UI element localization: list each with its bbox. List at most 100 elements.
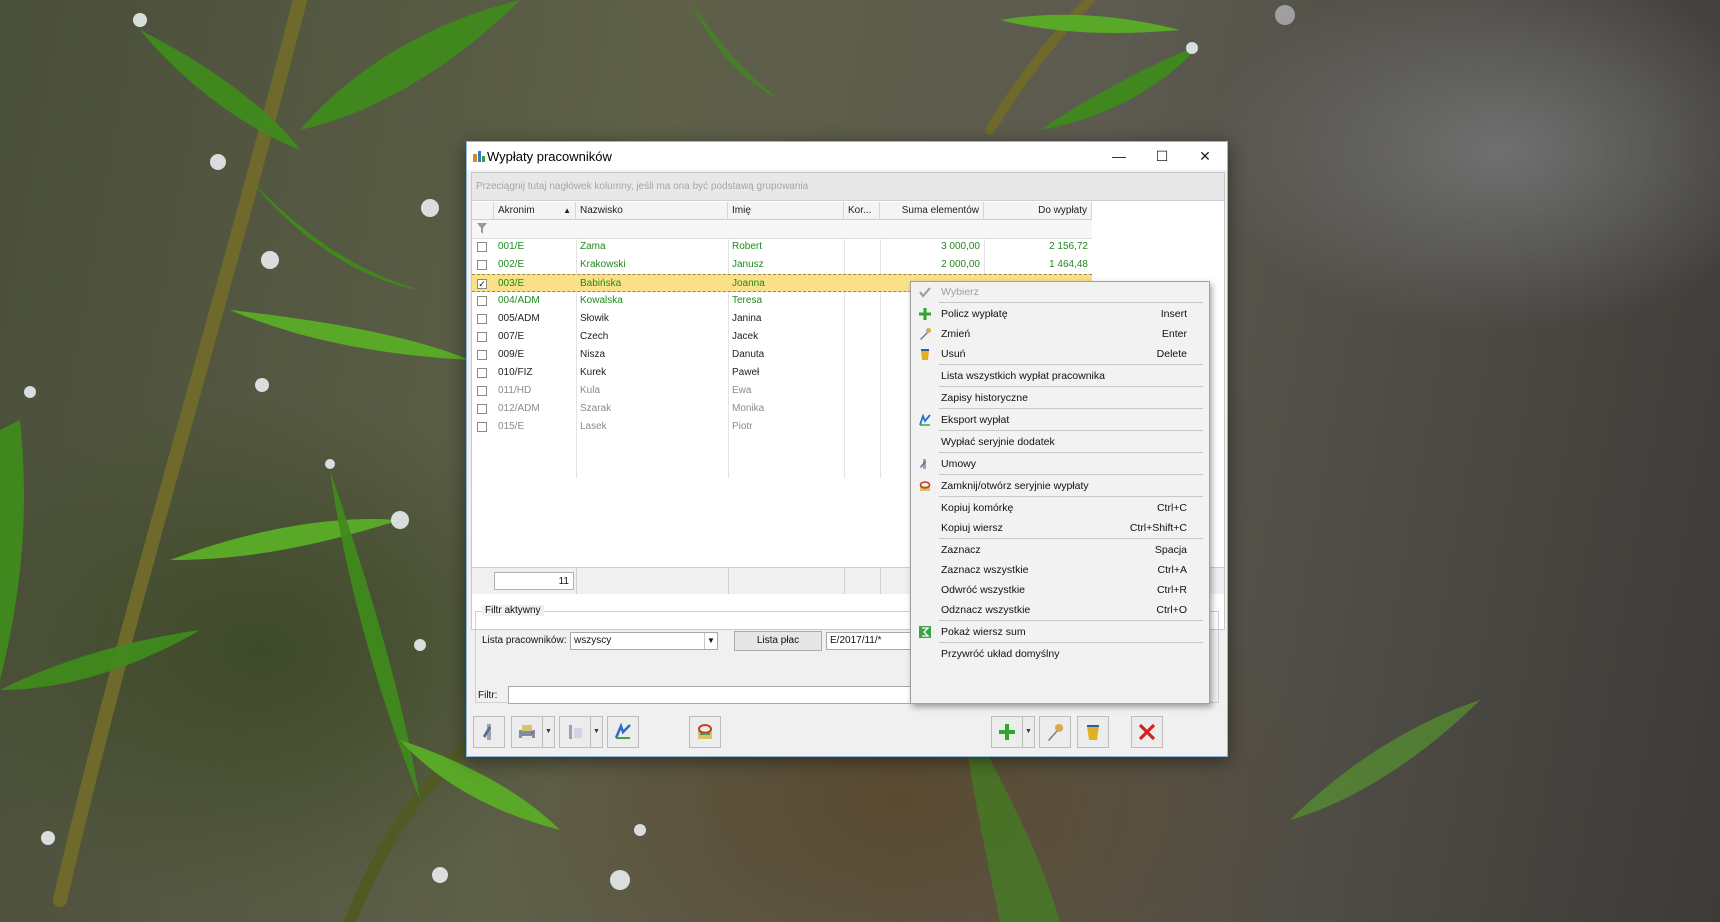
row-checkbox[interactable]	[477, 296, 487, 306]
cell-nazwisko: Kurek	[580, 367, 607, 378]
cell-akronim: 002/E	[498, 259, 525, 270]
close-button[interactable]: ✕	[1183, 142, 1227, 170]
context-menu-item[interactable]: Zaznacz Spacja	[911, 540, 1209, 560]
menu-item-shortcut: Delete	[1156, 348, 1187, 360]
context-menu-item[interactable]: Zaznacz wszystkie Ctrl+A	[911, 560, 1209, 580]
row-checkbox[interactable]	[477, 350, 487, 360]
context-menu-item[interactable]: Odznacz wszystkie Ctrl+O	[911, 600, 1209, 620]
context-menu-item[interactable]: Przywróć układ domyślny	[911, 644, 1209, 664]
menu-separator	[939, 386, 1203, 387]
cell-akronim: 003/E	[498, 278, 525, 289]
cell-nazwisko: Babińska	[580, 278, 622, 289]
menu-item-label: Wypłać seryjnie dodatek	[941, 436, 1055, 448]
context-menu-item[interactable]: Zamknij/otwórz seryjnie wypłaty	[911, 476, 1209, 496]
employees-dropdown[interactable]: wszyscy ▼	[570, 632, 718, 650]
cell-akronim: 011/HD	[498, 385, 532, 396]
column-header-nazwisko[interactable]: Nazwisko	[576, 202, 728, 220]
lock-payments-button[interactable]	[689, 716, 721, 748]
add-button[interactable]	[991, 716, 1023, 748]
context-menu-item[interactable]: Odwróć wszystkie Ctrl+R	[911, 580, 1209, 600]
sum-icon	[919, 626, 931, 638]
context-menu-item[interactable]: Lista wszystkich wypłat pracownika	[911, 366, 1209, 386]
employees-value: wszyscy	[574, 635, 612, 646]
maximize-button[interactable]: ☐	[1140, 142, 1184, 170]
export-icon	[614, 722, 631, 739]
row-checkbox[interactable]	[477, 422, 487, 432]
print-dropdown[interactable]: ▼	[543, 716, 555, 748]
cell-nazwisko: Nisza	[580, 349, 606, 360]
row-checkbox[interactable]	[477, 368, 487, 378]
close-window-button[interactable]	[1131, 716, 1163, 748]
cell-imie: Monika	[732, 403, 765, 414]
menu-item-shortcut: Ctrl+O	[1156, 604, 1187, 616]
delete-button[interactable]	[1077, 716, 1109, 748]
column-header-suma[interactable]: Suma elementów	[880, 202, 984, 220]
payslip-icon	[483, 724, 491, 740]
group-by-panel[interactable]: Przeciągnij tutaj nagłówek kolumny, jeśl…	[472, 173, 1224, 201]
context-menu-item[interactable]: Eksport wypłat	[911, 410, 1209, 430]
title-bar[interactable]: Wypłaty pracowników — ☐ ✕	[467, 142, 1227, 170]
table-row[interactable]: 002/E Krakowski Janusz 2 000,00 1 464,48	[472, 256, 1092, 274]
menu-item-label: Usuń	[941, 348, 966, 360]
column-header-do-wyplaty[interactable]: Do wypłaty	[984, 202, 1092, 220]
cell-imie: Danuta	[732, 349, 765, 360]
row-checkbox[interactable]	[477, 242, 487, 252]
cell-nazwisko: Szarak	[580, 403, 612, 414]
column-header-korekta[interactable]: Kor...	[844, 202, 880, 220]
row-checkbox[interactable]	[477, 314, 487, 324]
menu-separator	[939, 620, 1203, 621]
menu-item-label: Zaznacz	[941, 544, 981, 556]
documents-dropdown[interactable]: ▼	[591, 716, 603, 748]
context-menu-item[interactable]: Wypłać seryjnie dodatek	[911, 432, 1209, 452]
column-header-check[interactable]	[472, 202, 494, 220]
context-menu-item[interactable]: Wybierz	[911, 282, 1209, 302]
column-header-akronim[interactable]: Akronim ▲	[494, 202, 576, 220]
documents-icon	[569, 725, 582, 739]
row-checkbox[interactable]	[477, 260, 487, 270]
export-icon	[919, 414, 931, 426]
cell-nazwisko: Kowalska	[580, 295, 623, 306]
cell-nazwisko: Lasek	[580, 421, 607, 432]
context-menu-item[interactable]: Zmień Enter	[911, 324, 1209, 344]
edit-button[interactable]	[1039, 716, 1071, 748]
menu-item-shortcut: Insert	[1160, 308, 1187, 320]
context-menu-item[interactable]: Kopiuj wiersz Ctrl+Shift+C	[911, 518, 1209, 538]
context-menu-item[interactable]: Usuń Delete	[911, 344, 1209, 364]
context-menu-item[interactable]: Zapisy historyczne	[911, 388, 1209, 408]
column-header-imie[interactable]: Imię	[728, 202, 844, 220]
menu-separator	[939, 474, 1203, 475]
cell-akronim: 009/E	[498, 349, 525, 360]
row-count: 11	[494, 572, 574, 590]
menu-item-label: Policz wypłatę	[941, 308, 1008, 320]
cell-nazwisko: Kula	[580, 385, 601, 396]
export-button[interactable]	[607, 716, 639, 748]
context-menu-item[interactable]: Umowy	[911, 454, 1209, 474]
cell-suma: 2 000,00	[941, 259, 980, 270]
payslip-button[interactable]	[473, 716, 505, 748]
filter-label: Filtr:	[478, 690, 498, 701]
row-checkbox[interactable]	[477, 404, 487, 414]
table-row[interactable]: 001/E Zama Robert 3 000,00 2 156,72	[472, 238, 1092, 256]
payroll-list-button[interactable]: Lista płac	[734, 631, 822, 651]
menu-separator	[939, 302, 1203, 303]
add-dropdown[interactable]: ▼	[1023, 716, 1035, 748]
check-icon	[919, 287, 931, 298]
chevron-down-icon: ▼	[704, 633, 717, 649]
context-menu-item[interactable]: Pokaż wiersz sum	[911, 622, 1209, 642]
print-button[interactable]	[511, 716, 543, 748]
context-menu-item[interactable]: Policz wypłatę Insert	[911, 304, 1209, 324]
menu-item-label: Eksport wypłat	[941, 414, 1010, 426]
documents-button[interactable]	[559, 716, 591, 748]
row-checkbox[interactable]: ✓	[477, 279, 487, 289]
context-menu: Wybierz Policz wypłatę Insert Zmień Enter Usu…	[910, 281, 1210, 704]
minimize-button[interactable]: —	[1097, 142, 1141, 170]
cell-imie: Paweł	[732, 367, 760, 378]
auto-filter-row[interactable]	[472, 220, 1092, 239]
row-checkbox[interactable]	[477, 386, 487, 396]
filter-funnel-icon[interactable]	[477, 223, 487, 234]
menu-item-label: Przywróć układ domyślny	[941, 648, 1060, 660]
row-checkbox[interactable]	[477, 332, 487, 342]
menu-item-shortcut: Spacja	[1154, 544, 1187, 556]
context-menu-item[interactable]: Kopiuj komórkę Ctrl+C	[911, 498, 1209, 518]
plus-icon	[999, 724, 1015, 740]
